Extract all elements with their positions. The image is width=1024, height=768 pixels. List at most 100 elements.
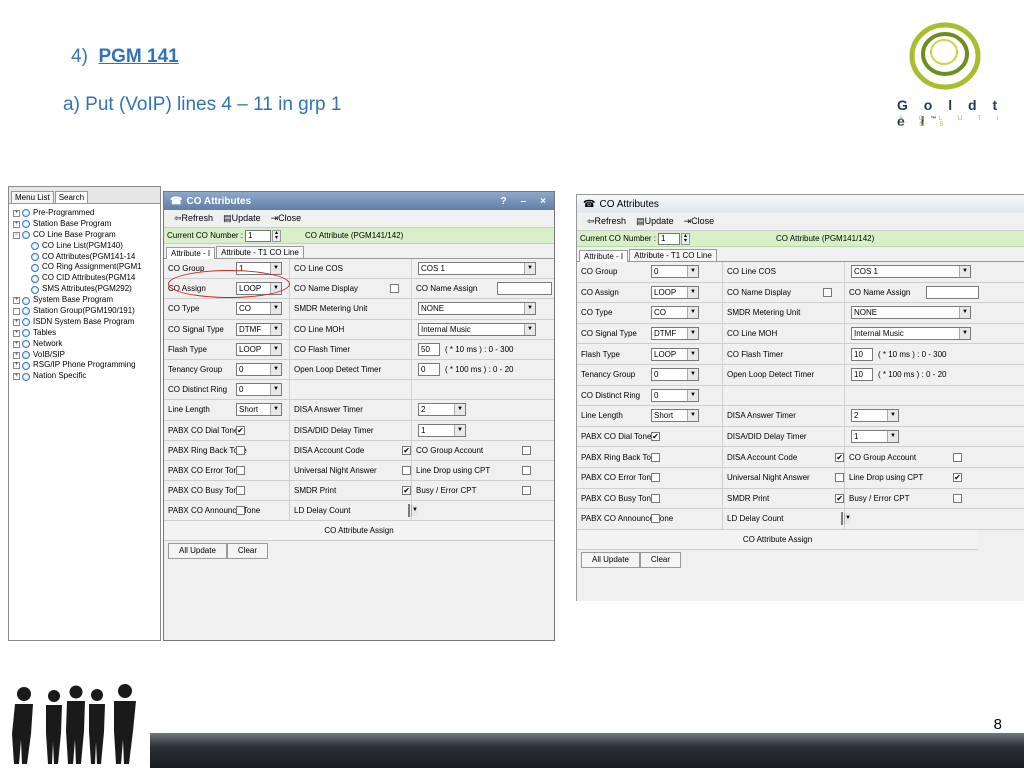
attribute-select[interactable]: Internal Music ▼	[418, 322, 536, 336]
attribute-checkbox[interactable]: ✔	[651, 432, 660, 442]
attribute-checkbox[interactable]	[651, 493, 660, 503]
attribute-checkbox[interactable]: ✔	[953, 473, 962, 483]
attribute-select[interactable]: 1 ▼	[418, 423, 466, 437]
tab-attribute-1[interactable]: Attribute - I	[579, 250, 629, 262]
expander-icon[interactable]: +	[13, 329, 20, 337]
menu-item[interactable]: + System Base Program	[13, 295, 160, 306]
expander-icon[interactable]: +	[13, 318, 20, 326]
expander-icon[interactable]: +	[13, 220, 20, 228]
attribute-select[interactable]: CO ▼	[236, 302, 282, 316]
refresh-button[interactable]: ⇦Refresh	[174, 213, 213, 224]
attribute-select[interactable]: 0▼	[651, 265, 699, 279]
attribute-checkbox[interactable]	[835, 473, 844, 483]
help-icon[interactable]: ?	[500, 196, 506, 207]
menu-item[interactable]: + ISDN System Base Program	[13, 317, 160, 328]
all-update-button[interactable]: All Update	[168, 543, 227, 560]
attribute-checkbox[interactable]	[236, 506, 245, 516]
attribute-checkbox[interactable]	[402, 465, 411, 475]
menu-item[interactable]: + Pre-Programmed	[13, 208, 160, 219]
menu-item[interactable]: + Nation Specific	[13, 371, 160, 382]
attribute-checkbox[interactable]: ✔	[402, 445, 411, 455]
attribute-select[interactable]: LOOP ▼	[651, 285, 699, 299]
attribute-checkbox[interactable]	[236, 486, 245, 496]
tab-attribute-t1[interactable]: Attribute - T1 CO Line	[216, 246, 304, 258]
attribute-checkbox[interactable]: ✔	[236, 425, 245, 435]
update-button[interactable]: ▤Update	[223, 213, 261, 224]
refresh-button[interactable]: ⇦Refresh	[587, 216, 626, 227]
menu-item[interactable]: CO CID Attributes(PGM14	[13, 273, 160, 284]
attribute-checkbox[interactable]: ✔	[835, 452, 844, 462]
menu-item[interactable]: SMS Attributes(PGM292)	[13, 284, 160, 295]
attribute-checkbox[interactable]	[651, 514, 660, 524]
co-number-spinner[interactable]: ▴ ▾	[681, 232, 691, 245]
attribute-select[interactable]: DTMF ▼	[236, 322, 282, 336]
attribute-select[interactable]: 2 ▼	[418, 403, 466, 417]
attribute-checkbox[interactable]	[823, 287, 832, 297]
clear-button[interactable]: Clear	[226, 543, 269, 560]
menu-item[interactable]: CO Attributes(PGM141-14	[13, 252, 160, 263]
attribute-checkbox[interactable]	[522, 486, 531, 496]
attribute-select[interactable]: COS 1 ▼	[418, 262, 536, 276]
attribute-select[interactable]: 1 ▼	[851, 430, 899, 444]
attribute-checkbox[interactable]	[236, 445, 245, 455]
attribute-select[interactable]: 0▼	[236, 383, 282, 397]
menu-item[interactable]: + VoIB/SIP	[13, 350, 160, 361]
attribute-select[interactable]: 0▼	[651, 388, 699, 402]
close-icon[interactable]: ×	[540, 196, 546, 207]
attribute-select[interactable]: Short ▼	[651, 409, 699, 423]
attribute-input[interactable]: 0	[418, 363, 440, 377]
close-button[interactable]: ⇥Close	[684, 216, 715, 227]
update-button[interactable]: ▤Update	[636, 216, 674, 227]
expander-icon[interactable]: +	[13, 362, 20, 370]
attribute-checkbox[interactable]	[953, 493, 962, 503]
attribute-checkbox[interactable]	[651, 473, 660, 483]
minimize-icon[interactable]: –	[521, 196, 527, 207]
attribute-select[interactable]: 0▼	[408, 504, 418, 518]
expander-icon[interactable]: +	[13, 297, 20, 305]
attribute-checkbox[interactable]	[236, 465, 245, 475]
attribute-input[interactable]: 10	[851, 368, 873, 382]
attribute-select[interactable]: DTMF ▼	[651, 327, 699, 341]
expander-icon[interactable]: +	[13, 209, 20, 217]
attribute-select[interactable]: CO ▼	[651, 306, 699, 320]
attribute-checkbox[interactable]	[522, 445, 531, 455]
attribute-checkbox[interactable]	[522, 465, 531, 475]
expander-icon[interactable]	[13, 307, 20, 315]
attribute-select[interactable]: 0▼	[651, 368, 699, 382]
attribute-checkbox[interactable]: ✔	[835, 493, 844, 503]
attribute-checkbox[interactable]	[390, 284, 399, 294]
attribute-select[interactable]: NONE ▼	[418, 302, 536, 316]
expander-icon[interactable]: −	[13, 231, 20, 239]
expander-icon[interactable]: +	[13, 351, 20, 359]
co-number-input[interactable]: 1	[658, 232, 681, 245]
co-number-input[interactable]: 1	[245, 229, 272, 242]
attribute-select[interactable]: LOOP ▼	[236, 342, 282, 356]
menu-item[interactable]: + Network	[13, 339, 160, 350]
attribute-select[interactable]: COS 1 ▼	[851, 265, 971, 279]
attribute-select[interactable]: NONE ▼	[851, 306, 971, 320]
all-update-button[interactable]: All Update	[581, 551, 640, 568]
attribute-select[interactable]: 0▼	[841, 512, 851, 526]
attribute-select[interactable]: LOOP ▼	[651, 347, 699, 361]
attribute-checkbox[interactable]	[651, 452, 660, 462]
tab-search[interactable]: Search	[54, 191, 89, 203]
menu-item[interactable]: − CO Line Base Program	[13, 230, 160, 241]
menu-item[interactable]: Station Group(PGM190/191)	[13, 306, 160, 317]
attribute-checkbox[interactable]: ✔	[402, 486, 411, 496]
attribute-select[interactable]: Internal Music ▼	[851, 327, 971, 341]
clear-button[interactable]: Clear	[639, 551, 682, 568]
attribute-select[interactable]: 2 ▼	[851, 409, 899, 423]
menu-item[interactable]: + RSG/IP Phone Programming	[13, 360, 160, 371]
expander-icon[interactable]: +	[13, 340, 20, 348]
attribute-select[interactable]: Short ▼	[236, 403, 282, 417]
menu-item[interactable]: + Tables	[13, 328, 160, 339]
attribute-select[interactable]: 0▼	[236, 363, 282, 377]
attribute-input[interactable]	[497, 282, 552, 296]
tab-attribute-t1[interactable]: Attribute - T1 CO Line	[629, 249, 717, 261]
menu-item[interactable]: CO Ring Assignment(PGM1	[13, 262, 160, 273]
close-button[interactable]: ⇥Close	[271, 213, 302, 224]
menu-item[interactable]: CO Line List(PGM140)	[13, 241, 160, 252]
attribute-input[interactable]	[926, 285, 979, 299]
attribute-checkbox[interactable]	[953, 452, 962, 462]
co-number-spinner[interactable]: ▴ ▾	[272, 229, 282, 242]
